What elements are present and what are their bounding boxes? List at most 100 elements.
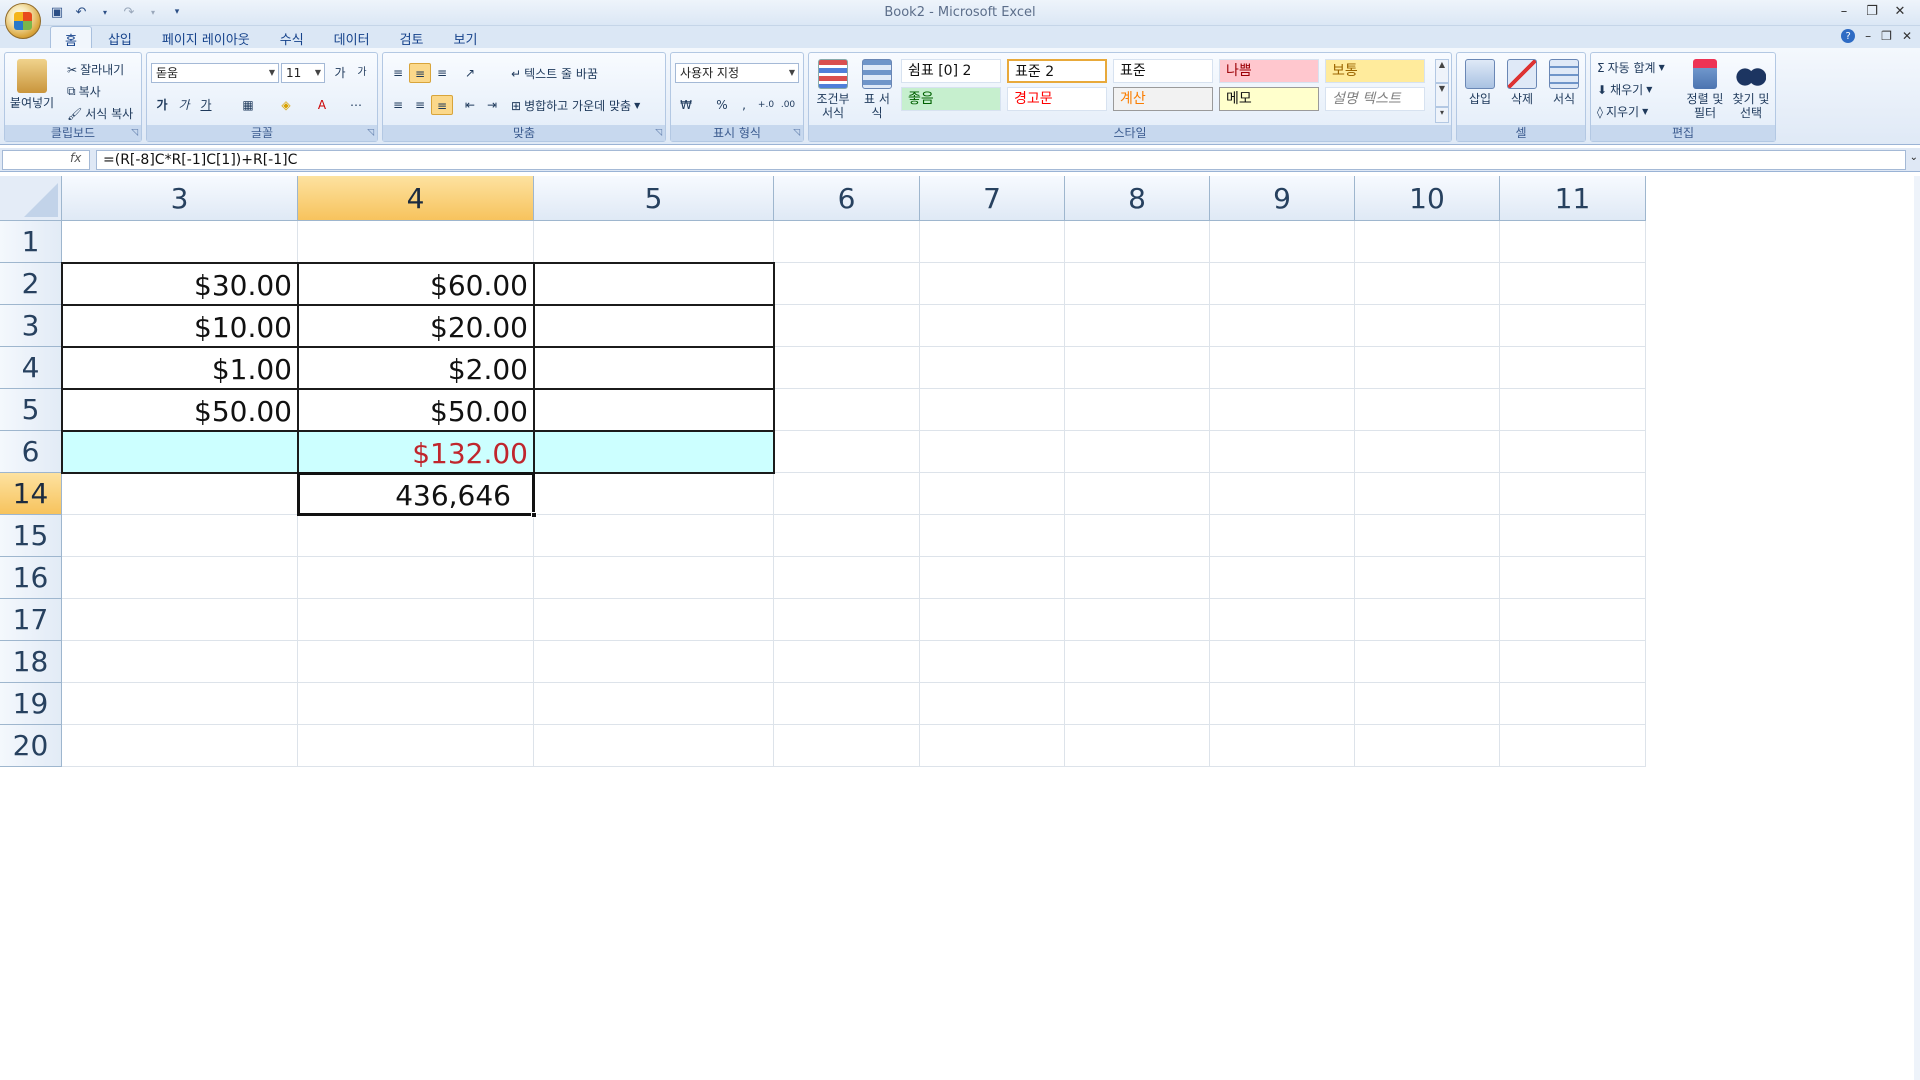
cell[interactable]	[774, 683, 920, 725]
cell[interactable]	[920, 389, 1065, 431]
gallery-scroll-up-icon[interactable]: ▲	[1435, 59, 1449, 83]
column-header[interactable]: 8	[1065, 176, 1210, 221]
cell[interactable]	[774, 641, 920, 683]
cell[interactable]: $10.00	[62, 305, 298, 347]
cell[interactable]	[298, 557, 534, 599]
cell[interactable]	[1500, 305, 1646, 347]
dialog-launcher-icon[interactable]: ◹	[367, 128, 374, 138]
cell[interactable]	[534, 221, 774, 263]
expand-formula-bar-icon[interactable]: ⌄	[1910, 152, 1918, 163]
cell[interactable]	[1500, 557, 1646, 599]
cell[interactable]	[1500, 641, 1646, 683]
dialog-launcher-icon[interactable]: ◹	[655, 128, 662, 138]
column-header[interactable]: 9	[1210, 176, 1355, 221]
currency-button[interactable]: ₩	[675, 95, 697, 115]
cell[interactable]	[920, 473, 1065, 515]
font-name-combo[interactable]: 돋움 ▼	[151, 63, 279, 83]
row-header[interactable]: 1	[0, 221, 62, 263]
grow-font-button[interactable]: 가	[329, 63, 351, 83]
cell-style-8[interactable]: 메모	[1219, 87, 1319, 111]
row-header[interactable]: 15	[0, 515, 62, 557]
cell[interactable]	[1500, 683, 1646, 725]
bold-button[interactable]: 가	[151, 95, 173, 115]
cell[interactable]	[920, 305, 1065, 347]
format-painter-button[interactable]: 🖌 서식 복사	[67, 105, 133, 122]
copy-button[interactable]: ⧉ 복사	[67, 83, 101, 100]
align-right-button[interactable]: ≡	[431, 95, 453, 115]
cell-style-5[interactable]: 좋음	[901, 87, 1001, 111]
cell[interactable]	[774, 389, 920, 431]
cell[interactable]	[1355, 305, 1500, 347]
cell[interactable]	[1065, 347, 1210, 389]
gallery-more-icon[interactable]: ▾	[1435, 107, 1449, 123]
cut-button[interactable]: ✂ 잘라내기	[67, 61, 124, 78]
column-header[interactable]: 6	[774, 176, 920, 221]
tab-0[interactable]: 홈	[50, 26, 92, 49]
cell[interactable]	[1355, 347, 1500, 389]
cell[interactable]	[534, 515, 774, 557]
font-size-combo[interactable]: 11 ▼	[281, 63, 325, 83]
cell[interactable]	[534, 263, 774, 305]
cell[interactable]	[1355, 599, 1500, 641]
cell[interactable]	[1500, 431, 1646, 473]
tab-1[interactable]: 삽입	[94, 26, 146, 48]
cell[interactable]	[62, 599, 298, 641]
cell[interactable]	[1500, 515, 1646, 557]
cell[interactable]	[1210, 305, 1355, 347]
cell[interactable]	[298, 641, 534, 683]
cell[interactable]	[534, 473, 774, 515]
cell[interactable]	[1065, 599, 1210, 641]
cell[interactable]	[1500, 725, 1646, 767]
bottom-align-button[interactable]: ≡	[431, 63, 453, 83]
cell[interactable]	[774, 515, 920, 557]
column-header[interactable]: 4	[298, 176, 534, 221]
cell[interactable]	[534, 641, 774, 683]
cell[interactable]	[1210, 263, 1355, 305]
cell[interactable]	[62, 515, 298, 557]
sort-filter-button[interactable]: 정렬 및 필터	[1683, 59, 1727, 120]
cell[interactable]	[1210, 221, 1355, 263]
cell[interactable]	[1355, 389, 1500, 431]
cell[interactable]	[774, 431, 920, 473]
tab-6[interactable]: 보기	[439, 26, 491, 48]
cell[interactable]	[62, 473, 298, 515]
dialog-launcher-icon[interactable]: ◹	[131, 128, 138, 138]
cell[interactable]	[920, 557, 1065, 599]
cell[interactable]	[62, 683, 298, 725]
paste-button[interactable]: 붙여넣기	[9, 59, 55, 110]
cell[interactable]	[1065, 515, 1210, 557]
column-header[interactable]: 5	[534, 176, 774, 221]
cell[interactable]	[298, 683, 534, 725]
percent-button[interactable]: %	[711, 95, 733, 115]
cell[interactable]	[920, 599, 1065, 641]
cell[interactable]	[1210, 725, 1355, 767]
cell[interactable]	[1355, 473, 1500, 515]
cell[interactable]	[1065, 557, 1210, 599]
cell[interactable]	[1210, 431, 1355, 473]
cell[interactable]	[1500, 263, 1646, 305]
cell[interactable]	[534, 725, 774, 767]
column-header[interactable]: 3	[62, 176, 298, 221]
cell[interactable]	[920, 263, 1065, 305]
cell[interactable]	[534, 389, 774, 431]
cell[interactable]	[920, 347, 1065, 389]
cell[interactable]: $30.00	[62, 263, 298, 305]
cell[interactable]	[1210, 389, 1355, 431]
cell[interactable]	[298, 515, 534, 557]
cell[interactable]	[1065, 263, 1210, 305]
close-icon[interactable]: ✕	[1886, 2, 1914, 22]
cell[interactable]	[1355, 683, 1500, 725]
cell-style-6[interactable]: 경고문	[1007, 87, 1107, 111]
cell-style-2[interactable]: 표준	[1113, 59, 1213, 83]
cell[interactable]	[1065, 725, 1210, 767]
cell[interactable]	[1065, 305, 1210, 347]
cell-style-9[interactable]: 설명 텍스트	[1325, 87, 1425, 111]
middle-align-button[interactable]: ≡	[409, 63, 431, 83]
workbook-close-icon[interactable]: ✕	[1902, 29, 1912, 43]
cell[interactable]	[774, 473, 920, 515]
increase-indent-button[interactable]: ⇥	[481, 95, 503, 115]
shrink-font-button[interactable]: 가	[351, 63, 373, 83]
row-header[interactable]: 5	[0, 389, 62, 431]
decrease-decimal-button[interactable]: .00	[777, 95, 799, 115]
cell[interactable]	[534, 431, 774, 473]
